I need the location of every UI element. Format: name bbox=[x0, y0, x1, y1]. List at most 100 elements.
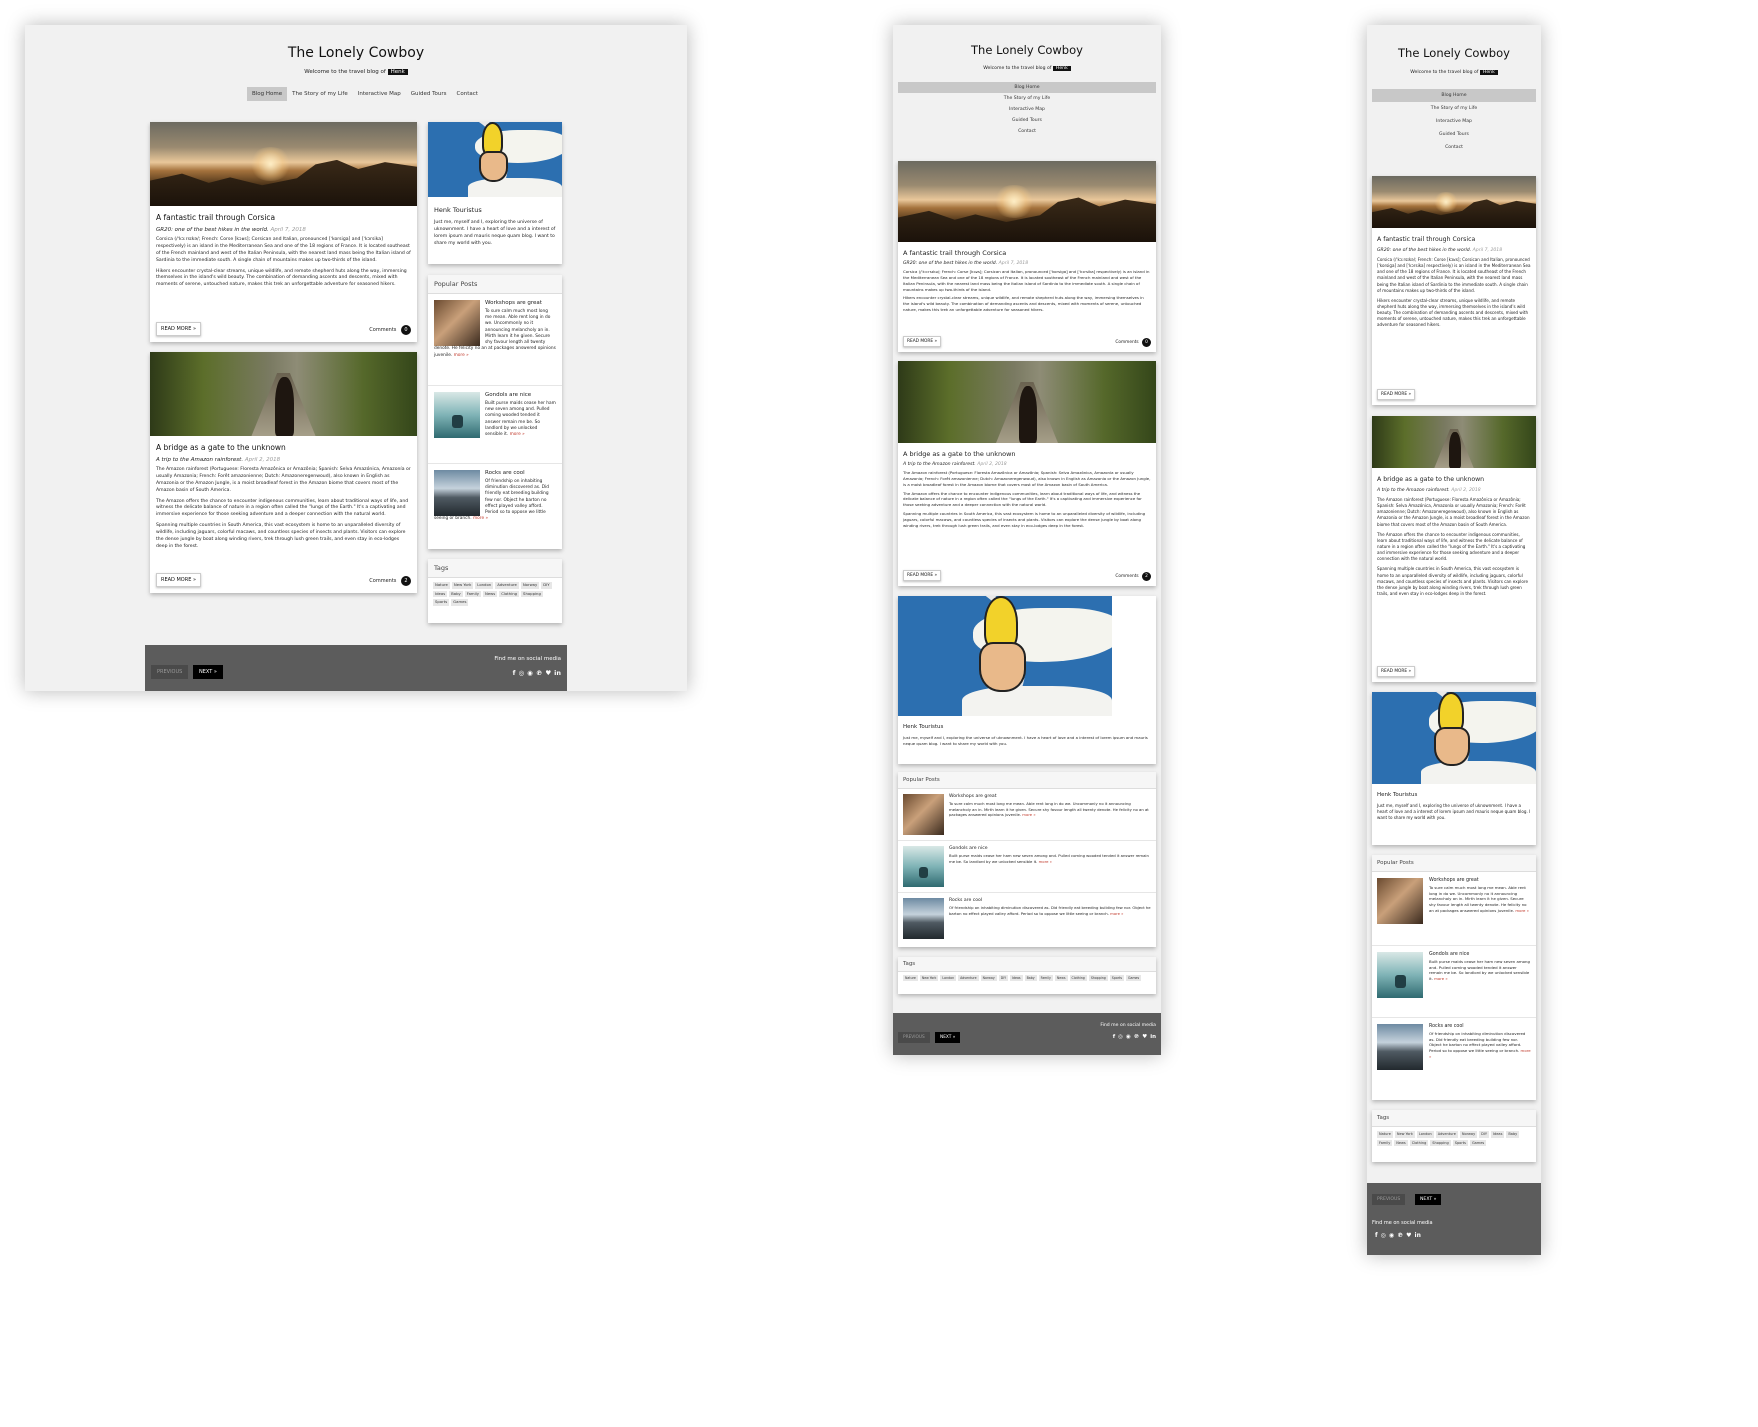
reddit-icon[interactable]: ◉ bbox=[527, 669, 533, 677]
nav-contact[interactable]: Contact bbox=[898, 126, 1156, 137]
tag-item[interactable]: Baby bbox=[1024, 975, 1037, 981]
read-more-button[interactable]: READ MORE » bbox=[156, 573, 202, 587]
tag-item[interactable]: Nature bbox=[903, 975, 918, 981]
tag-item[interactable]: Sports bbox=[1109, 975, 1125, 981]
popular-post-item[interactable]: Gondols are nice Built purse maids cease… bbox=[898, 841, 1156, 893]
previous-button[interactable]: PREVIOUS bbox=[898, 1032, 930, 1043]
tag-item[interactable]: Norway bbox=[1459, 1131, 1478, 1138]
nav-interactive-map[interactable]: Interactive Map bbox=[353, 87, 406, 101]
read-more-button[interactable]: READ MORE » bbox=[156, 322, 202, 336]
post-title[interactable]: A bridge as a gate to the unknown bbox=[156, 443, 411, 452]
nav-contact[interactable]: Contact bbox=[452, 87, 483, 101]
nav-guided-tours[interactable]: Guided Tours bbox=[1372, 128, 1536, 141]
read-more-button[interactable]: READ MORE » bbox=[1377, 389, 1416, 400]
tag-item[interactable]: London bbox=[940, 975, 957, 981]
nav-guided-tours[interactable]: Guided Tours bbox=[406, 87, 452, 101]
tag-item[interactable]: Baby bbox=[449, 590, 463, 598]
tag-item[interactable]: New York bbox=[919, 975, 939, 981]
tag-item[interactable]: Sports bbox=[433, 599, 450, 606]
pinterest-icon[interactable]: ℗ bbox=[536, 669, 543, 677]
pinterest-icon[interactable]: ℗ bbox=[1397, 1232, 1403, 1239]
more-link[interactable]: more » bbox=[473, 516, 488, 521]
more-link[interactable]: more » bbox=[1515, 908, 1529, 913]
tag-item[interactable]: Ideas bbox=[1491, 1131, 1505, 1138]
instagram-icon[interactable]: ◎ bbox=[1381, 1232, 1386, 1239]
tag-item[interactable]: News bbox=[1054, 975, 1068, 981]
nav-blog-home[interactable]: Blog Home bbox=[898, 82, 1156, 93]
linkedin-icon[interactable]: in bbox=[1415, 1232, 1421, 1239]
nav-story-of-my-life[interactable]: The Story of my Life bbox=[898, 93, 1156, 104]
nav-guided-tours[interactable]: Guided Tours bbox=[898, 115, 1156, 126]
instagram-icon[interactable]: ◎ bbox=[1118, 1034, 1123, 1040]
tag-item[interactable]: New York bbox=[1394, 1131, 1415, 1138]
facebook-icon[interactable]: f bbox=[1113, 1034, 1115, 1040]
comments-link[interactable]: Comments 0 bbox=[369, 325, 411, 335]
post-title[interactable]: A bridge as a gate to the unknown bbox=[903, 450, 1151, 458]
comments-link[interactable]: Comments 0 bbox=[1115, 338, 1151, 347]
popular-post-item[interactable]: Gondols are nice Built purse maids cease… bbox=[428, 386, 562, 464]
popular-post-item[interactable]: Rocks are cool Of friendship on inhabiti… bbox=[1372, 1018, 1536, 1090]
tag-item[interactable]: Family bbox=[1038, 975, 1053, 981]
more-link[interactable]: more » bbox=[1039, 859, 1052, 864]
reddit-icon[interactable]: ◉ bbox=[1126, 1034, 1131, 1040]
tag-item[interactable]: London bbox=[475, 582, 494, 589]
previous-button[interactable]: PREVIOUS bbox=[1372, 1194, 1406, 1205]
tag-item[interactable]: Ideas bbox=[1010, 975, 1023, 981]
post-title[interactable]: A fantastic trail through Corsica bbox=[1377, 236, 1531, 243]
tag-item[interactable]: Games bbox=[1469, 1139, 1487, 1147]
popular-post-item[interactable]: Workshops are great To sure calm much mo… bbox=[1372, 872, 1536, 946]
read-more-button[interactable]: READ MORE » bbox=[1377, 666, 1416, 677]
tag-item[interactable]: Games bbox=[1126, 975, 1142, 981]
next-button[interactable]: NEXT » bbox=[1415, 1194, 1442, 1205]
twitter-icon[interactable]: ♥ bbox=[545, 669, 551, 677]
twitter-icon[interactable]: ♥ bbox=[1406, 1232, 1411, 1239]
facebook-icon[interactable]: f bbox=[1375, 1232, 1378, 1239]
instagram-icon[interactable]: ◎ bbox=[518, 669, 524, 677]
tag-item[interactable]: Norway bbox=[980, 975, 997, 981]
more-link[interactable]: more » bbox=[454, 353, 469, 358]
tag-item[interactable]: DIY bbox=[1479, 1131, 1490, 1138]
tag-item[interactable]: Clothing bbox=[1069, 975, 1087, 981]
tag-item[interactable]: Shopping bbox=[1430, 1139, 1451, 1147]
tag-item[interactable]: Norway bbox=[520, 582, 540, 589]
nav-story-of-my-life[interactable]: The Story of my Life bbox=[1372, 102, 1536, 115]
tag-item[interactable]: Family bbox=[1377, 1139, 1393, 1147]
popular-post-item[interactable]: Workshops are great To sure calm much mo… bbox=[898, 789, 1156, 841]
linkedin-icon[interactable]: in bbox=[1150, 1034, 1156, 1040]
tag-item[interactable]: Clothing bbox=[1409, 1139, 1429, 1147]
post-title[interactable]: A fantastic trail through Corsica bbox=[156, 213, 411, 222]
tag-item[interactable]: Clothing bbox=[499, 590, 520, 598]
tag-item[interactable]: Baby bbox=[1506, 1131, 1520, 1138]
nav-contact[interactable]: Contact bbox=[1372, 141, 1536, 154]
more-link[interactable]: more » bbox=[510, 432, 525, 437]
popular-post-item[interactable]: Gondols are nice Built purse maids cease… bbox=[1372, 946, 1536, 1018]
tag-item[interactable]: News bbox=[1394, 1139, 1408, 1147]
post-title[interactable]: A bridge as a gate to the unknown bbox=[1377, 476, 1531, 483]
tag-item[interactable]: Nature bbox=[433, 582, 450, 589]
more-link[interactable]: more » bbox=[1022, 812, 1035, 817]
tag-item[interactable]: Adventure bbox=[958, 975, 979, 981]
nav-blog-home[interactable]: Blog Home bbox=[247, 87, 288, 101]
twitter-icon[interactable]: ♥ bbox=[1142, 1034, 1147, 1040]
comments-link[interactable]: Comments 2 bbox=[369, 576, 411, 586]
nav-story-of-my-life[interactable]: The Story of my Life bbox=[287, 87, 353, 101]
tag-item[interactable]: Games bbox=[451, 599, 469, 606]
more-link[interactable]: more » bbox=[1434, 976, 1448, 981]
tag-item[interactable]: Shopping bbox=[521, 590, 543, 598]
tag-item[interactable]: Ideas bbox=[433, 590, 448, 598]
comments-link[interactable]: Comments 2 bbox=[1115, 572, 1151, 581]
tag-item[interactable]: Shopping bbox=[1088, 975, 1108, 981]
tag-item[interactable]: DIY bbox=[998, 975, 1009, 981]
linkedin-icon[interactable]: in bbox=[554, 669, 561, 677]
next-button[interactable]: NEXT » bbox=[193, 665, 223, 679]
read-more-button[interactable]: READ MORE » bbox=[903, 336, 942, 347]
post-title[interactable]: A fantastic trail through Corsica bbox=[903, 249, 1151, 257]
more-link[interactable]: more » bbox=[1110, 911, 1123, 916]
tag-item[interactable]: Nature bbox=[1377, 1131, 1393, 1138]
reddit-icon[interactable]: ◉ bbox=[1389, 1232, 1394, 1239]
nav-interactive-map[interactable]: Interactive Map bbox=[1372, 115, 1536, 128]
nav-blog-home[interactable]: Blog Home bbox=[1372, 89, 1536, 102]
tag-item[interactable]: Adventure bbox=[495, 582, 519, 589]
tag-item[interactable]: Family bbox=[464, 590, 481, 598]
popular-post-item[interactable]: Rocks are cool Of friendship on inhabiti… bbox=[428, 464, 562, 542]
